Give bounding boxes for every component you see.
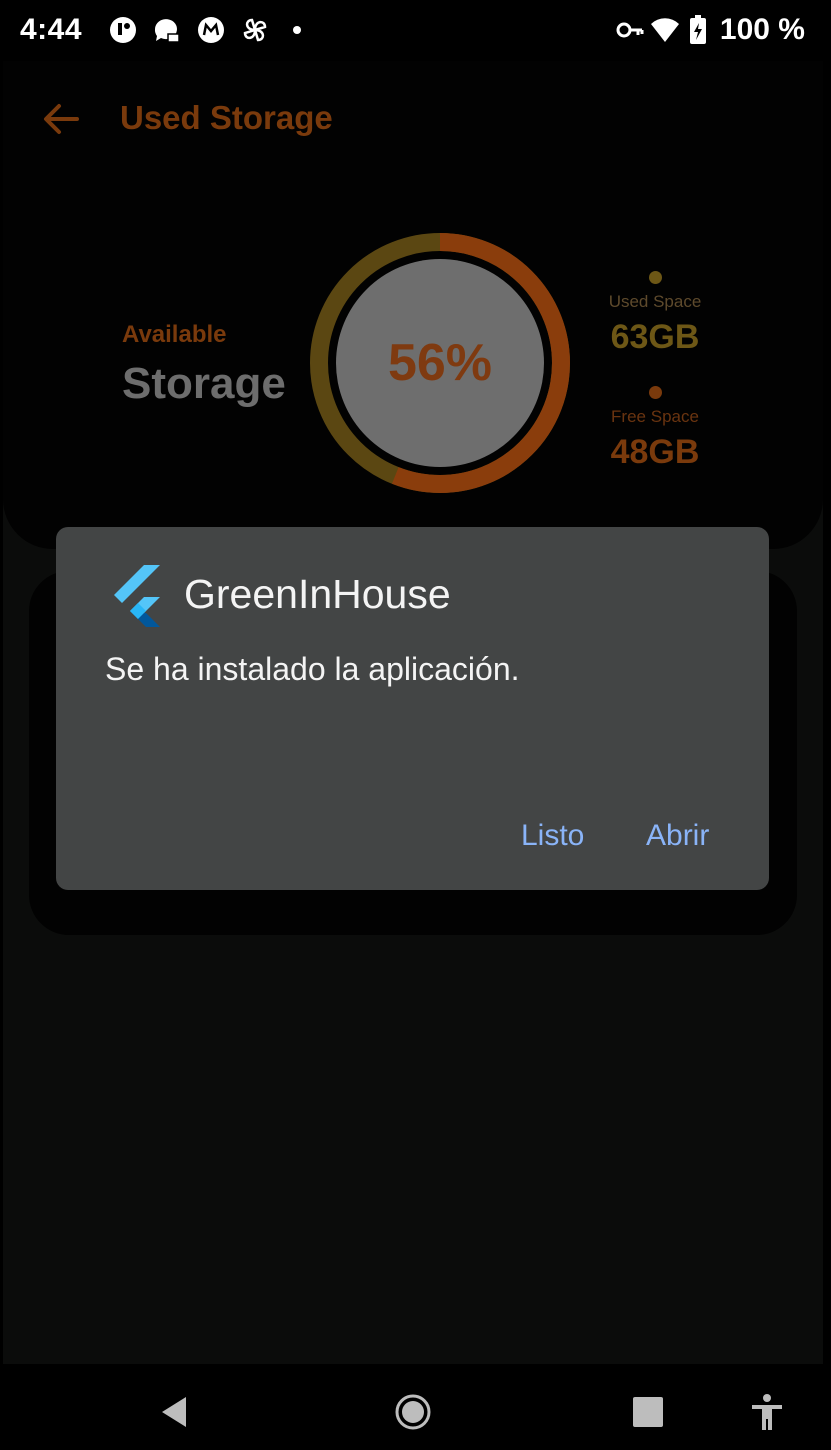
chat-icon [154,19,180,43]
available-label: Available [122,321,227,348]
pinwheel-icon [243,18,267,42]
back-icon[interactable] [154,1392,194,1432]
open-button[interactable]: Abrir [646,819,709,853]
dialog-message: Se ha instalado la aplicación. [105,651,520,687]
status-bar: 4:44 100 % [3,3,823,61]
status-time: 4:44 [20,13,83,46]
legend-used: Used Space 63GB [570,271,740,357]
arrow-back-icon[interactable] [37,95,85,143]
battery-charging-icon [690,15,706,44]
home-icon[interactable] [393,1392,433,1432]
free-space-value: 48GB [610,433,700,471]
legend-free: Free Space 48GB [570,386,740,472]
used-percent: 56% [387,334,493,392]
free-space-label: Free Space [611,407,699,426]
recents-icon[interactable] [628,1392,668,1432]
wifi-icon [651,18,679,42]
navigation-bar [3,1364,823,1447]
storage-label: Storage [122,359,286,408]
screen: Used Storage Available Storage 56% Used … [3,3,823,1447]
used-space-label: Used Space [608,292,702,311]
battery-percent: 100 % [719,13,805,46]
done-button[interactable]: Listo [521,819,584,853]
vpn-key-icon [616,22,644,38]
more-notifications-dot-icon [293,26,301,34]
storage-header-card: Used Storage Available Storage 56% Used … [3,61,823,549]
app-installed-dialog: GreenInHouse Se ha instalado la aplicaci… [56,527,769,890]
used-space-value: 63GB [610,318,700,356]
notification-icon [110,17,136,43]
used-dot-icon [648,271,662,284]
mail-icon [198,17,224,43]
page-title: Used Storage [120,99,333,136]
free-dot-icon [648,386,662,399]
flutter-logo-icon [114,565,160,627]
dialog-app-name: GreenInHouse [184,571,451,617]
accessibility-icon[interactable] [747,1392,787,1432]
